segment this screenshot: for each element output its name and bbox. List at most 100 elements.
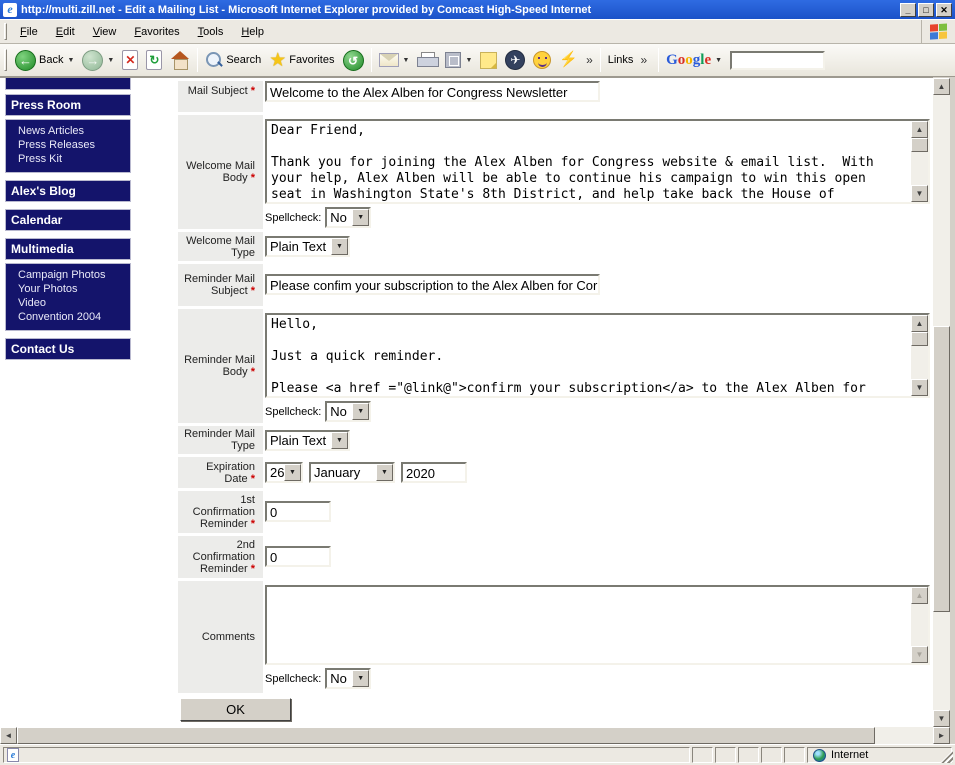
menu-favorites[interactable]: Favorites <box>125 23 188 41</box>
notes-button[interactable] <box>476 50 501 71</box>
textarea-scrollbar[interactable]: ▲ ▼ <box>911 587 928 663</box>
forward-icon: → <box>82 50 103 71</box>
welcome-mail-type-select[interactable]: Plain Text ▼ <box>265 236 350 257</box>
expiration-date-label: Expiration Date * <box>178 457 263 488</box>
sidebar-item-multimedia[interactable]: Multimedia <box>5 238 131 260</box>
close-button[interactable]: ✕ <box>936 3 952 17</box>
sidebar-item-press-room[interactable]: Press Room <box>5 94 131 116</box>
links-bar[interactable]: Links » <box>604 51 655 69</box>
first-confirmation-input[interactable]: 0 <box>265 501 331 522</box>
dropdown-arrow-icon[interactable]: ▼ <box>352 403 369 420</box>
sidebar-item-cutoff[interactable] <box>5 78 131 90</box>
vertical-scrollbar-thumb[interactable] <box>933 326 950 612</box>
form-row-welcome-mail-body: Welcome Mail Body * Dear Friend, Thank y… <box>178 115 930 229</box>
toolbar-grip[interactable] <box>4 49 7 71</box>
dropdown-arrow-icon[interactable]: ▼ <box>331 238 348 255</box>
scroll-right-arrow[interactable]: ► <box>933 727 950 744</box>
mail-icon <box>379 53 399 67</box>
size-dropdown-icon[interactable]: ▼ <box>465 57 472 64</box>
dropdown-arrow-icon[interactable]: ▼ <box>284 464 301 481</box>
textarea-scrollbar[interactable]: ▲ ▼ <box>911 315 928 396</box>
scroll-up-arrow[interactable]: ▲ <box>933 78 950 95</box>
menu-file[interactable]: File <box>11 23 47 41</box>
form-row-second-confirmation: 2nd Confirmation Reminder * 0 <box>178 536 930 578</box>
refresh-button[interactable]: ↻ <box>142 48 166 72</box>
dropdown-arrow-icon[interactable]: ▼ <box>376 464 393 481</box>
scrollbar-thumb[interactable] <box>911 138 928 152</box>
maximize-button[interactable]: □ <box>918 3 934 17</box>
travel-button[interactable]: ✈ <box>501 48 529 72</box>
reminder-mail-subject-input[interactable]: Please confim your subscription to the A… <box>265 274 600 295</box>
minimize-button[interactable]: _ <box>900 3 916 17</box>
sidebar-link-press-releases[interactable]: Press Releases <box>6 138 130 152</box>
back-dropdown-icon[interactable]: ▼ <box>67 57 74 64</box>
google-dropdown-icon[interactable]: ▼ <box>715 57 722 64</box>
scrollbar-thumb[interactable] <box>911 332 928 346</box>
ie-logo-icon: e <box>3 3 17 17</box>
mail-button[interactable]: ▼ <box>375 51 414 69</box>
back-icon: ← <box>15 50 36 71</box>
menu-tools[interactable]: Tools <box>189 23 233 41</box>
stop-button[interactable]: ✕ <box>118 48 142 72</box>
expiration-year-input[interactable]: 2020 <box>401 462 467 483</box>
sidebar-link-campaign-photos[interactable]: Campaign Photos <box>6 268 130 282</box>
history-button[interactable]: ↺ <box>339 48 368 73</box>
scroll-down-arrow[interactable]: ▼ <box>911 379 928 396</box>
scroll-down-arrow[interactable]: ▼ <box>933 710 950 727</box>
second-confirmation-input[interactable]: 0 <box>265 546 331 567</box>
sidebar-item-calendar[interactable]: Calendar <box>5 209 131 231</box>
horizontal-scrollbar-thumb[interactable] <box>17 727 875 744</box>
yahoo-messenger-button[interactable] <box>529 49 555 71</box>
welcome-body-spellcheck-select[interactable]: No ▼ <box>325 207 371 228</box>
sidebar-link-press-kit[interactable]: Press Kit <box>6 152 130 166</box>
forward-dropdown-icon[interactable]: ▼ <box>107 57 114 64</box>
sidebar-link-your-photos[interactable]: Your Photos <box>6 282 130 296</box>
menu-grip[interactable] <box>4 23 7 39</box>
scroll-left-arrow[interactable]: ◄ <box>0 727 17 744</box>
sidebar-link-news-articles[interactable]: News Articles <box>6 124 130 138</box>
sidebar-link-video[interactable]: Video <box>6 296 130 310</box>
reminder-mail-type-select[interactable]: Plain Text ▼ <box>265 430 350 451</box>
expiration-month-select[interactable]: January ▼ <box>309 462 395 483</box>
menu-view[interactable]: View <box>84 23 126 41</box>
textarea-scrollbar[interactable]: ▲ ▼ <box>911 121 928 202</box>
first-confirmation-label: 1st Confirmation Reminder * <box>178 491 263 533</box>
favorites-button[interactable]: ★ Favorites <box>265 49 338 72</box>
back-button[interactable]: ← Back ▼ <box>11 48 78 73</box>
scroll-up-arrow[interactable]: ▲ <box>911 315 928 332</box>
scroll-up-arrow[interactable]: ▲ <box>911 121 928 138</box>
sticky-note-icon <box>480 52 497 69</box>
sidebar-item-alexs-blog[interactable]: Alex's Blog <box>5 180 131 202</box>
ok-button[interactable]: OK <box>180 698 291 721</box>
mail-subject-input[interactable]: Welcome to the Alex Alben for Congress N… <box>265 81 600 102</box>
aim-button[interactable]: ⚡ <box>555 49 582 71</box>
links-chevron[interactable]: » <box>636 53 651 67</box>
sidebar-nav: Press Room News Articles Press Releases … <box>5 78 131 367</box>
sidebar-item-contact-us[interactable]: Contact Us <box>5 338 131 360</box>
expiration-day-select[interactable]: 26 ▼ <box>265 462 303 483</box>
menu-edit[interactable]: Edit <box>47 23 84 41</box>
comments-textarea[interactable]: ▲ ▼ <box>265 585 930 665</box>
sidebar-link-convention-2004[interactable]: Convention 2004 <box>6 310 130 324</box>
status-pane <box>761 747 782 763</box>
dropdown-arrow-icon[interactable]: ▼ <box>331 432 348 449</box>
dropdown-arrow-icon[interactable]: ▼ <box>352 209 369 226</box>
print-button[interactable] <box>413 50 441 70</box>
dropdown-arrow-icon[interactable]: ▼ <box>352 670 369 687</box>
comments-spellcheck-select[interactable]: No ▼ <box>325 668 371 689</box>
welcome-mail-body-textarea[interactable]: Dear Friend, Thank you for joining the A… <box>265 119 930 204</box>
reminder-mail-body-textarea[interactable]: Hello, Just a quick reminder. Please <a … <box>265 313 930 398</box>
search-button[interactable]: Search <box>201 49 265 71</box>
reminder-body-spellcheck-select[interactable]: No ▼ <box>325 401 371 422</box>
toolbar-overflow-chevron[interactable]: » <box>582 53 597 67</box>
horizontal-scrollbar[interactable]: ◄ ► <box>0 727 950 744</box>
vertical-scrollbar[interactable]: ▲ ▼ <box>933 78 950 727</box>
size-button[interactable]: ▼ <box>441 50 476 70</box>
reminder-mail-body-label: Reminder Mail Body * <box>178 309 263 423</box>
mail-dropdown-icon[interactable]: ▼ <box>403 57 410 64</box>
google-search-input[interactable] <box>730 51 825 70</box>
scroll-down-arrow[interactable]: ▼ <box>911 185 928 202</box>
menu-help[interactable]: Help <box>232 23 273 41</box>
forward-button[interactable]: → ▼ <box>78 48 118 73</box>
home-button[interactable] <box>166 49 194 71</box>
